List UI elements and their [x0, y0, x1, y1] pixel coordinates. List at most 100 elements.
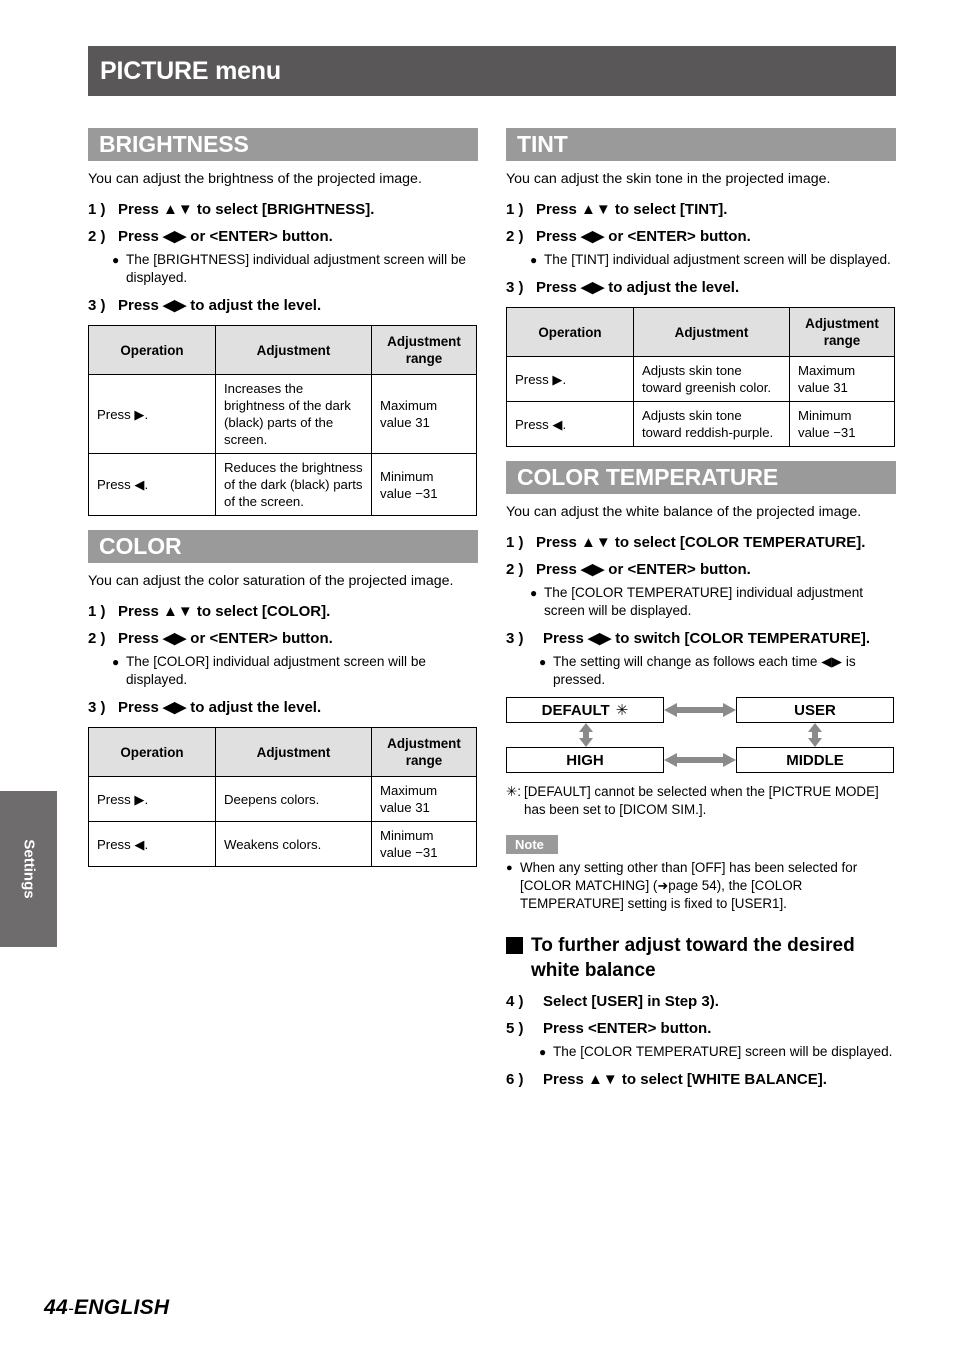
page-title-bar: PICTURE menu: [88, 46, 896, 96]
color-temperature-step-6: 6 ) Press ▲▼ to select [WHITE BALANCE].: [506, 1069, 896, 1090]
table-row: Press ◀. Adjusts skin tone toward reddis…: [506, 401, 895, 447]
cell-adjustment: Adjusts skin tone toward reddish-purple.: [633, 401, 790, 447]
step-text: Press ▲▼ to select [BRIGHTNESS].: [118, 201, 375, 218]
sub-heading-text: To further adjust toward the desired whi…: [531, 935, 855, 981]
table-row: Press ◀. Reduces the brightness of the d…: [88, 453, 477, 516]
step-text: Press ◀▶ to switch [COLOR TEMPERATURE].: [543, 630, 870, 647]
cell-adjustment: Weakens colors.: [215, 821, 372, 867]
step-number: 1 ): [88, 603, 106, 620]
cell-range: Minimum value −31: [371, 453, 477, 516]
flow-middle-spacer: [665, 723, 735, 747]
col-operation: Operation: [88, 325, 216, 375]
cell-range: Maximum value 31: [371, 776, 477, 822]
section-header-brightness: BRIGHTNESS: [88, 128, 478, 161]
flow-box-middle: MIDDLE: [736, 747, 894, 773]
step-text: Select [USER] in Step 3).: [543, 993, 719, 1010]
bullet-text: The [BRIGHTNESS] individual adjustment s…: [126, 252, 466, 285]
section-title: COLOR TEMPERATURE: [517, 464, 779, 490]
col-adjustment: Adjustment: [633, 307, 790, 357]
flow-box-high-label: HIGH: [566, 751, 604, 769]
bullet-dot-icon: ●: [539, 655, 547, 669]
color-step-1: 1 ) Press ▲▼ to select [COLOR].: [88, 601, 478, 622]
brightness-adjustment-table: Operation Adjustment Adjustment range Pr…: [88, 325, 477, 516]
section-header-color-temperature: COLOR TEMPERATURE: [506, 461, 896, 494]
tint-step-2-note: ● The [TINT] individual adjustment scree…: [530, 251, 896, 269]
cell-adjustment: Increases the brightness of the dark (bl…: [215, 374, 372, 454]
table-header-row: Operation Adjustment Adjustment range: [88, 325, 477, 375]
step-number: 1 ): [506, 534, 524, 551]
tint-step-2: 2 ) Press ◀▶ or <ENTER> button.: [506, 226, 896, 247]
cell-operation: Press ◀.: [506, 401, 634, 447]
step-text: Press ▲▼ to select [COLOR TEMPERATURE].: [536, 534, 866, 551]
step-number: 1 ): [88, 201, 106, 218]
table-header-row: Operation Adjustment Adjustment range: [506, 307, 895, 357]
right-column: TINT You can adjust the skin tone in the…: [506, 128, 896, 1096]
bullet-text: The [COLOR TEMPERATURE] screen will be d…: [553, 1044, 893, 1059]
col-adjustment-range: Adjustment range: [789, 307, 895, 357]
color-intro: You can adjust the color saturation of t…: [88, 573, 454, 589]
cell-range: Minimum value −31: [789, 401, 895, 447]
cell-range: Minimum value −31: [371, 821, 477, 867]
color-temperature-intro: You can adjust the white balance of the …: [506, 504, 862, 520]
cell-operation: Press ▶.: [88, 374, 216, 454]
flow-box-user-label: USER: [794, 701, 836, 719]
page-footer: 44-ENGLISH: [44, 1296, 169, 1320]
color-temperature-step-3-note: ● The setting will change as follows eac…: [539, 653, 896, 689]
step-number: 4 ): [506, 993, 524, 1010]
color-temperature-step-3: 3 ) Press ◀▶ to switch [COLOR TEMPERATUR…: [506, 628, 896, 649]
color-temperature-step-1: 1 ) Press ▲▼ to select [COLOR TEMPERATUR…: [506, 532, 896, 553]
step-number: 2 ): [506, 561, 524, 578]
color-temperature-step-4: 4 ) Select [USER] in Step 3).: [506, 991, 896, 1012]
cell-operation: Press ◀.: [88, 821, 216, 867]
step-number: 2 ): [88, 228, 106, 245]
page-link-arrow-icon: ➜: [657, 878, 669, 893]
color-adjustment-table: Operation Adjustment Adjustment range Pr…: [88, 727, 477, 867]
col-adjustment: Adjustment: [215, 325, 372, 375]
side-tab-label: Settings: [20, 839, 37, 899]
bullet-text: The [COLOR] individual adjustment screen…: [126, 654, 426, 687]
bullet-dot-icon: ●: [530, 253, 538, 267]
bullet-text: The [TINT] individual adjustment screen …: [544, 252, 891, 267]
brightness-step-1: 1 ) Press ▲▼ to select [BRIGHTNESS].: [88, 199, 478, 220]
section-title: COLOR: [99, 533, 182, 559]
section-title: BRIGHTNESS: [99, 131, 249, 157]
section-title: TINT: [517, 131, 568, 157]
footer-language: ENGLISH: [73, 1296, 170, 1319]
color-step-2: 2 ) Press ◀▶ or <ENTER> button.: [88, 628, 478, 649]
tint-step-1: 1 ) Press ▲▼ to select [TINT].: [506, 199, 896, 220]
step-text: Press ▲▼ to select [WHITE BALANCE].: [543, 1071, 827, 1088]
note-text: When any setting other than [OFF] has be…: [520, 859, 896, 913]
step-number: 5 ): [506, 1020, 524, 1037]
flow-box-default: DEFAULT ✳: [506, 697, 664, 723]
brightness-step-2-note: ● The [BRIGHTNESS] individual adjustment…: [112, 251, 478, 287]
asterisk-text: [DEFAULT] cannot be selected when the [P…: [524, 784, 879, 817]
step-number: 3 ): [88, 297, 106, 314]
brightness-intro: You can adjust the brightness of the pro…: [88, 171, 422, 187]
bullet-dot-icon: ●: [112, 655, 120, 669]
black-square-bullet-icon: [506, 937, 523, 954]
page-number: 44: [44, 1296, 68, 1319]
table-header-row: Operation Adjustment Adjustment range: [88, 727, 477, 777]
cell-adjustment: Reduces the brightness of the dark (blac…: [215, 453, 372, 516]
col-operation: Operation: [506, 307, 634, 357]
flow-arrow-right-vertical: [735, 723, 894, 747]
col-adjustment-range: Adjustment range: [371, 727, 477, 777]
cell-adjustment: Adjusts skin tone toward greenish color.: [633, 356, 790, 402]
step-text: Press ◀▶ or <ENTER> button.: [118, 228, 333, 245]
cell-operation: Press ◀.: [88, 453, 216, 516]
double-arrow-vertical-icon: [578, 723, 593, 747]
double-arrow-vertical-icon: [807, 723, 822, 747]
table-row: Press ▶. Deepens colors. Maximum value 3…: [88, 776, 477, 822]
double-arrow-horizontal-icon: [664, 703, 736, 717]
color-temperature-asterisk-note: ✳: [DEFAULT] cannot be selected when the…: [506, 783, 896, 819]
bullet-dot-icon: ●: [112, 253, 120, 267]
flow-arrow-left-vertical: [506, 723, 665, 747]
step-text: Press ▲▼ to select [TINT].: [536, 201, 728, 218]
table-row: Press ◀. Weakens colors. Minimum value −…: [88, 821, 477, 867]
step-text: Press ◀▶ to adjust the level.: [536, 279, 740, 296]
flow-row-bottom: HIGH MIDDLE: [506, 747, 894, 773]
color-temperature-flow-diagram: DEFAULT ✳ USER HIGH MIDDLE: [506, 697, 894, 773]
color-temperature-step-5-note: ● The [COLOR TEMPERATURE] screen will be…: [539, 1043, 896, 1061]
color-temperature-step-5: 5 ) Press <ENTER> button.: [506, 1018, 896, 1039]
page-reference-link[interactable]: page 54: [668, 878, 716, 893]
